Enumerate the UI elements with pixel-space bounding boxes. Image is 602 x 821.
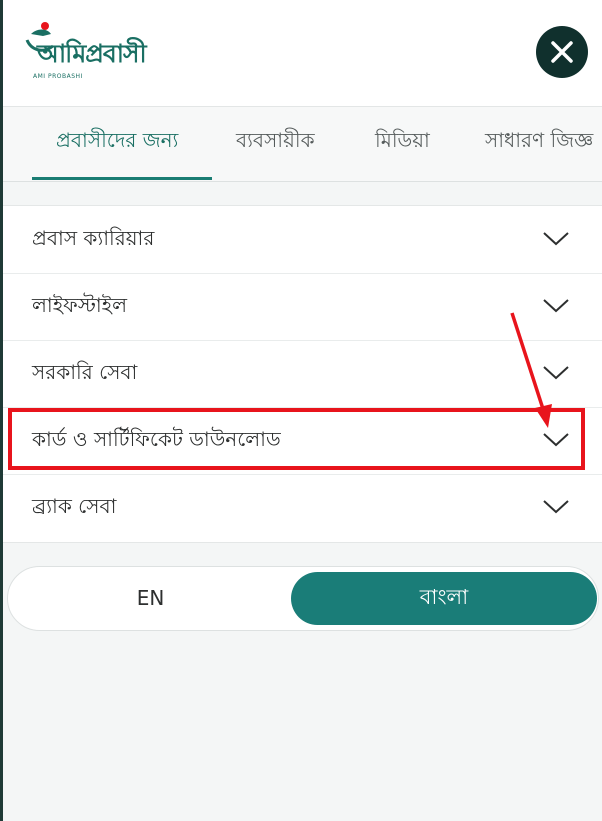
language-toggle: EN বাংলা [7, 566, 599, 631]
active-tab-indicator [32, 177, 212, 180]
menu-item-government-services[interactable]: সরকারি সেবা [3, 340, 602, 408]
menu-item-label: ব্র্যাক সেবা [32, 494, 117, 518]
tab-business[interactable]: ব্যবসায়ীক [236, 107, 315, 181]
menu-item-label: প্রবাস ক্যারিয়ার [32, 226, 155, 250]
menu-item-lifestyle[interactable]: লাইফস্টাইল [3, 273, 602, 341]
menu-item-probash-career[interactable]: প্রবাস ক্যারিয়ার [3, 206, 602, 274]
chevron-down-icon [543, 500, 569, 514]
menu-item-label: সরকারি সেবা [32, 360, 138, 384]
category-tabs: প্রবাসীদের জন্য ব্যবসায়ীক মিডিয়া সাধার… [3, 107, 602, 182]
navigation-drawer: আমিপ্রবাসী AMI PROBASHI প্রবাসীদের জন্য … [3, 0, 602, 821]
chevron-down-icon [543, 232, 569, 246]
drawer-header: আমিপ্রবাসী AMI PROBASHI [3, 0, 602, 107]
tab-for-expatriates[interactable]: প্রবাসীদের জন্য [56, 107, 178, 181]
menu-item-brac-services[interactable]: ব্র্যাক সেবা [3, 474, 602, 541]
menu-item-label: কার্ড ও সার্টিফিকেট ডাউনলোড [32, 427, 281, 451]
logo-wordmark: আমিপ্রবাসী [37, 39, 147, 68]
menu-item-label: লাইফস্টাইল [32, 293, 127, 317]
language-en-button[interactable]: EN [8, 567, 293, 630]
menu-item-card-certificate-download[interactable]: কার্ড ও সার্টিফিকেট ডাউনলোড [3, 407, 602, 475]
chevron-down-icon [543, 299, 569, 313]
logo[interactable]: আমিপ্রবাসী AMI PROBASHI [23, 20, 147, 84]
tab-media[interactable]: মিডিয়া [375, 107, 430, 181]
chevron-down-icon [543, 366, 569, 380]
tab-general-faq[interactable]: সাধারণ জিজ্ঞ [485, 107, 593, 181]
close-button[interactable] [536, 26, 588, 78]
language-bn-button[interactable]: বাংলা [291, 572, 597, 625]
chevron-down-icon [543, 433, 569, 447]
accordion-menu: প্রবাস ক্যারিয়ার লাইফস্টাইল সরকারি সেবা… [3, 205, 602, 543]
close-icon [551, 41, 573, 63]
logo-subtext: AMI PROBASHI [33, 73, 83, 80]
